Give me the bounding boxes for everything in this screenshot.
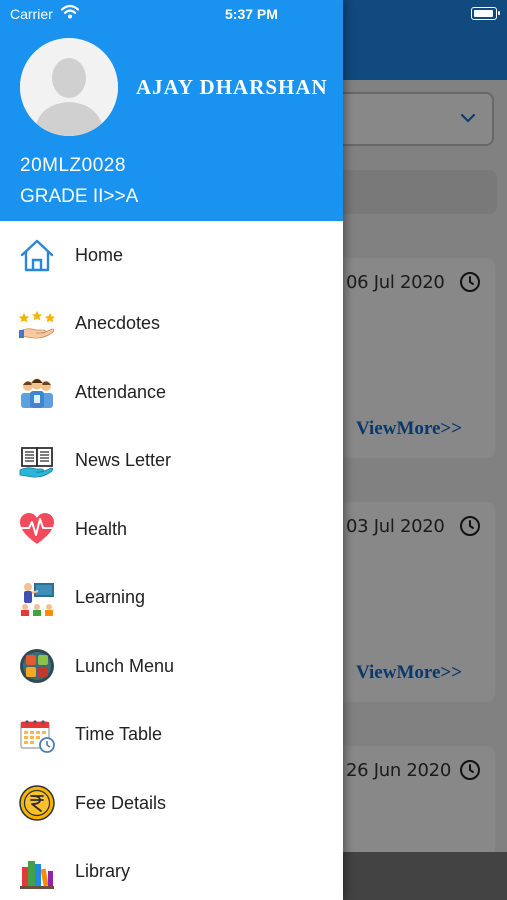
newsletter-icon: [19, 446, 54, 478]
fee-icon: [19, 785, 55, 821]
menu-item-anecdotes[interactable]: Anecdotes: [0, 290, 343, 359]
lunch-menu-icon: [20, 649, 54, 684]
home-icon: [20, 240, 54, 272]
menu-item-label: Fee Details: [75, 792, 167, 813]
navigation-drawer: AJAY DHARSHAN 20MLZ0028 GRADE II>>A Home…: [0, 0, 343, 900]
menu-item-lunch-menu[interactable]: Lunch Menu: [0, 632, 343, 701]
wifi-icon: [61, 4, 79, 19]
user-name: AJAY DHARSHAN: [136, 75, 328, 99]
battery-icon: [471, 7, 500, 20]
menu-item-label: Anecdotes: [75, 313, 161, 334]
menu-item-label: Health: [75, 518, 128, 539]
menu-item-fee-details[interactable]: Fee Details: [0, 769, 343, 838]
menu-item-label: Library: [75, 861, 131, 882]
menu-item-news-letter[interactable]: News Letter: [0, 427, 343, 496]
user-grade: GRADE II>>A: [20, 186, 139, 207]
timetable-icon: [20, 720, 55, 753]
menu-item-label: Lunch Menu: [75, 655, 175, 676]
menu-item-library[interactable]: Library: [0, 838, 343, 900]
status-bar: Carrier 5:37 PM: [0, 0, 507, 28]
status-time: 5:37 PM: [225, 6, 278, 22]
menu-item-label: Time Table: [75, 724, 163, 745]
drawer-menu: Home Anecdotes Attendance News Letter He…: [0, 221, 343, 900]
menu-item-attendance[interactable]: Attendance: [0, 358, 343, 427]
menu-item-label: Attendance: [75, 381, 167, 402]
attendance-icon: [21, 378, 53, 409]
user-silhouette-icon: [20, 38, 118, 136]
menu-item-home[interactable]: Home: [0, 221, 343, 290]
menu-item-time-table[interactable]: Time Table: [0, 701, 343, 770]
menu-item-health[interactable]: Health: [0, 495, 343, 564]
menu-item-label: Learning: [75, 587, 146, 608]
menu-item-label: Home: [75, 244, 124, 265]
avatar[interactable]: [20, 38, 118, 136]
health-icon: [19, 513, 55, 545]
carrier-label: Carrier: [10, 6, 53, 22]
anecdotes-icon: [19, 310, 55, 339]
menu-item-learning[interactable]: Learning: [0, 564, 343, 633]
user-id: 20MLZ0028: [20, 155, 126, 176]
drawer-header: AJAY DHARSHAN 20MLZ0028 GRADE II>>A: [0, 0, 343, 221]
menu-item-label: News Letter: [75, 450, 172, 471]
library-icon: [20, 860, 54, 889]
learning-icon: [21, 582, 54, 616]
